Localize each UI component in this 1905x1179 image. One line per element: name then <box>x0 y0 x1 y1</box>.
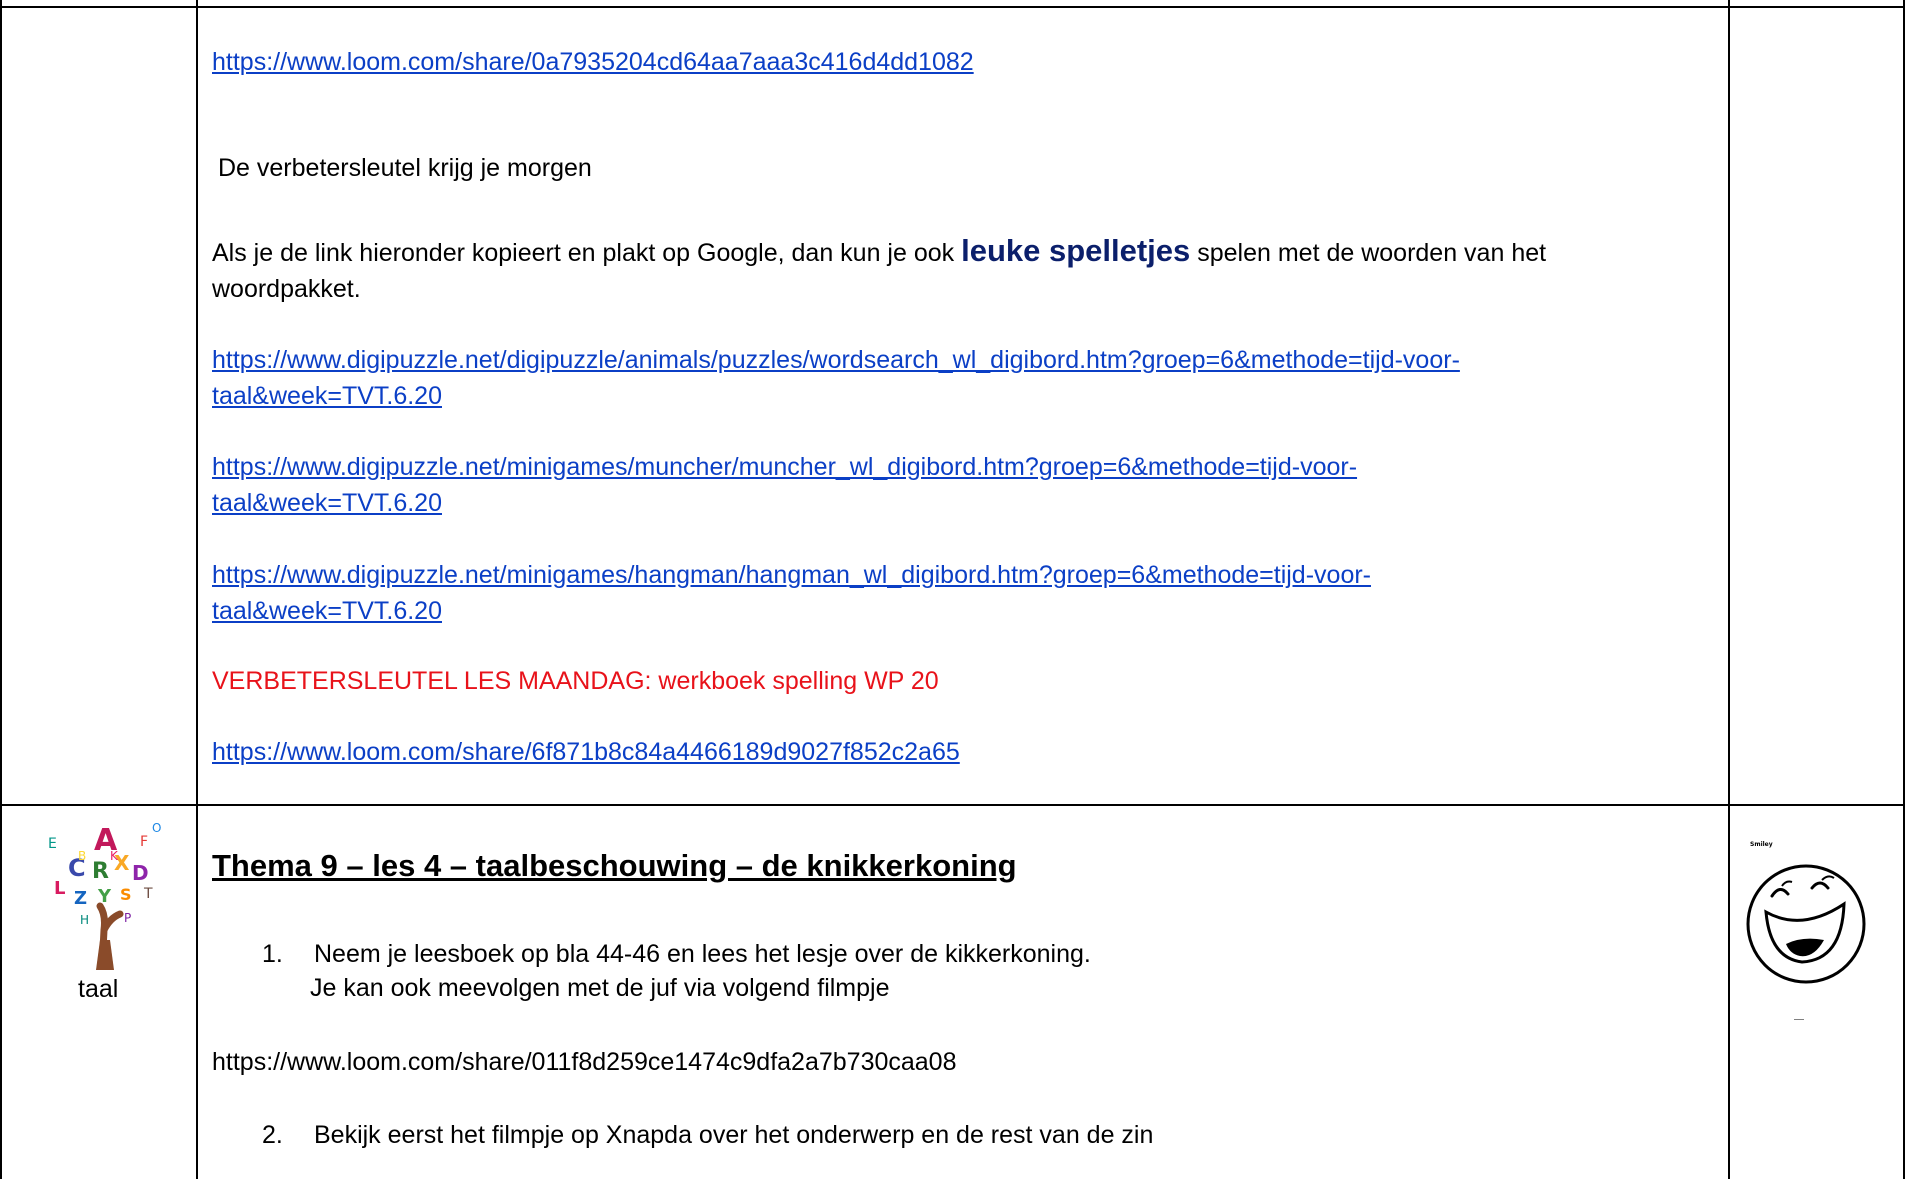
table-border-col1 <box>196 0 198 1179</box>
table-border-col2 <box>1728 0 1730 1179</box>
games-intro-after: spelen met de woorden van het <box>1190 239 1547 267</box>
svg-text:P: P <box>124 911 131 925</box>
game-link-muncher-line1[interactable]: https://www.digipuzzle.net/minigames/mun… <box>212 451 1357 483</box>
lesson-heading: Thema 9 – les 4 – taalbeschouwing – de k… <box>212 848 1017 883</box>
svg-text:H: H <box>80 913 89 927</box>
svg-text:B: B <box>78 849 86 863</box>
svg-text:E: E <box>48 836 57 852</box>
svg-text:R: R <box>92 859 109 884</box>
svg-text:L: L <box>54 878 65 899</box>
step-2-line1: 2. Bekijk eerst het filmpje op Xnapda ove… <box>262 1119 1153 1151</box>
step-1-text: Neem je leesboek op bla 44-46 en lees he… <box>314 940 1091 968</box>
game-link-wordsearch-line2[interactable]: taal&week=TVT.6.20 <box>212 380 442 412</box>
games-intro-before: Als je de link hieronder kopieert en pla… <box>212 239 962 267</box>
game-link-hangman-line2[interactable]: taal&week=TVT.6.20 <box>212 595 442 627</box>
loom-link-1[interactable]: https://www.loom.com/share/0a7935204cd64… <box>212 46 974 78</box>
svg-text:S: S <box>120 885 132 904</box>
table-border-left <box>0 0 2 1179</box>
svg-text:Smiley: Smiley <box>1750 841 1773 848</box>
document-page: https://www.loom.com/share/0a7935204cd64… <box>0 0 1905 1179</box>
svg-text:T: T <box>143 886 153 902</box>
svg-text:Z: Z <box>74 888 87 909</box>
svg-text:D: D <box>132 861 149 885</box>
svg-text:F: F <box>140 834 148 850</box>
smiley-face-icon: Smiley <box>1742 840 1882 1021</box>
svg-text:K: K <box>110 849 119 863</box>
step-2-text: Bekijk eerst het filmpje op Xnapda over … <box>314 1121 1154 1149</box>
table-border-row <box>0 804 1905 806</box>
svg-text:Y: Y <box>97 886 112 907</box>
letter-tree-icon: A C R X D E F O L Z Y S T H P K B <box>40 820 172 974</box>
games-intro-line1: Als je de link hieronder kopieert en pla… <box>212 235 1546 269</box>
table-border-top <box>0 6 1905 8</box>
game-link-wordsearch-line1[interactable]: https://www.digipuzzle.net/digipuzzle/an… <box>212 344 1460 376</box>
subject-label: taal <box>78 975 119 1003</box>
svg-text:O: O <box>152 821 161 835</box>
loom-link-2[interactable]: https://www.loom.com/share/6f871b8c84a44… <box>212 736 960 768</box>
video-url-text: https://www.loom.com/share/011f8d259ce14… <box>212 1048 957 1076</box>
step-1-line2: Je kan ook meevolgen met de juf via volg… <box>310 974 890 1002</box>
game-link-muncher-line2[interactable]: taal&week=TVT.6.20 <box>212 487 442 519</box>
games-intro-bold: leuke spelletjes <box>961 233 1191 268</box>
games-intro-line2: woordpakket. <box>212 275 361 303</box>
step-2-number: 2. <box>262 1121 283 1149</box>
answer-key-tomorrow-note: De verbetersleutel krijg je morgen <box>218 154 592 182</box>
game-link-hangman-line1[interactable]: https://www.digipuzzle.net/minigames/han… <box>212 559 1371 591</box>
step-1-number: 1. <box>262 940 283 968</box>
answer-key-monday-label: VERBETERSLEUTEL LES MAANDAG: werkboek sp… <box>212 667 939 695</box>
step-1-line1: 1. Neem je leesboek op bla 44-46 en lees … <box>262 938 1091 970</box>
